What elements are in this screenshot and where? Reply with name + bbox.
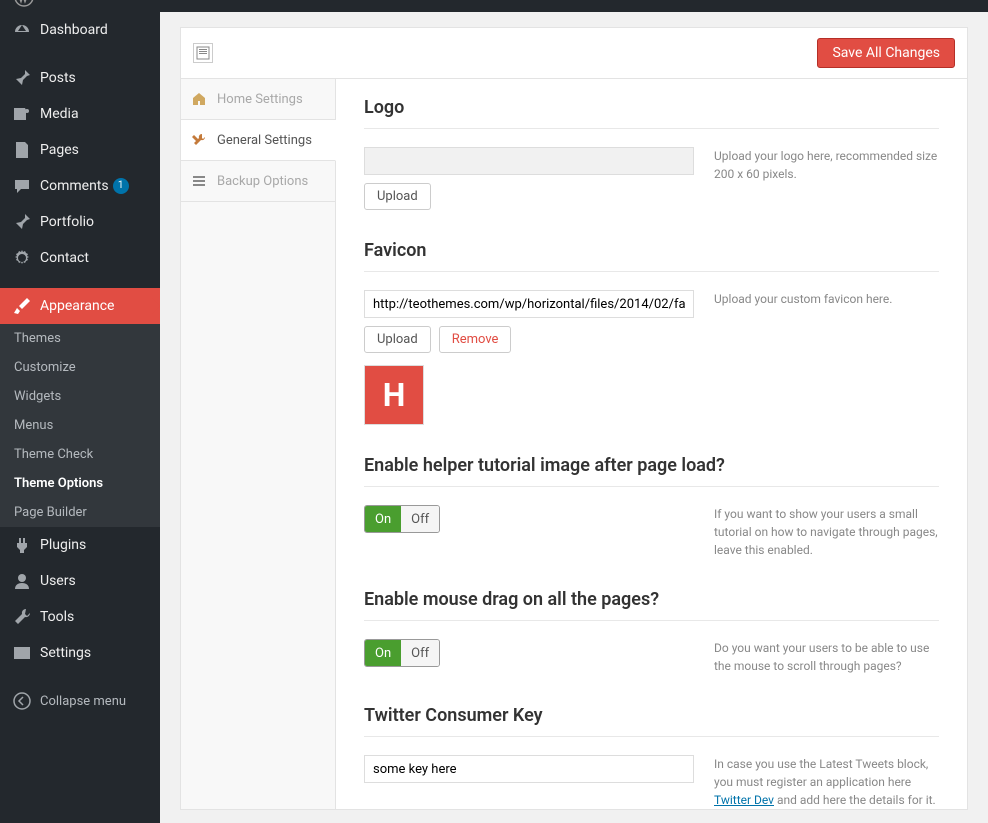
sidebar-item-label: Settings [40, 645, 91, 661]
favicon-input[interactable] [364, 290, 694, 318]
collapse-icon [12, 691, 32, 711]
sidebar-item-label: Pages [40, 142, 79, 158]
tab-label: Backup Options [217, 174, 308, 189]
user-icon [12, 571, 32, 591]
sidebar-item-contact[interactable]: Contact [0, 240, 160, 276]
comments-badge: 1 [113, 178, 129, 194]
toggle-on[interactable]: On [365, 640, 401, 666]
appearance-submenu: Themes Customize Widgets Menus Theme Che… [0, 324, 160, 527]
collapse-label: Collapse menu [40, 694, 126, 709]
sidebar-item-label: Media [40, 106, 79, 122]
wordpress-logo-icon [14, 0, 34, 7]
main-content: Save All Changes Home Settings General S… [160, 12, 988, 823]
sidebar-item-label: Tools [40, 609, 74, 625]
section-title: Enable helper tutorial image after page … [364, 455, 939, 487]
sidebar-item-users[interactable]: Users [0, 563, 160, 599]
settings-tabs: Home Settings General Settings Backup Op… [181, 79, 336, 809]
logo-input[interactable] [364, 147, 694, 175]
helper-help: If you want to show your users a small t… [714, 505, 939, 559]
collapse-menu-button[interactable]: Collapse menu [0, 683, 160, 719]
tab-general-settings[interactable]: General Settings [181, 120, 336, 161]
drag-help: Do you want your users to be able to use… [714, 639, 939, 675]
favicon-preview: H [364, 365, 424, 425]
sidebar-item-portfolio[interactable]: Portfolio [0, 204, 160, 240]
sidebar-item-dashboard[interactable]: Dashboard [0, 12, 160, 48]
favicon-section: Favicon Upload Remove H Uplo [364, 240, 939, 425]
twitter-key-input[interactable] [364, 755, 694, 783]
panel-body: Home Settings General Settings Backup Op… [180, 79, 968, 810]
toggle-on[interactable]: On [365, 506, 401, 532]
page-icon [12, 140, 32, 160]
submenu-page-builder[interactable]: Page Builder [0, 498, 160, 527]
brush-icon [12, 296, 32, 316]
plugin-icon [12, 535, 32, 555]
section-title: Logo [364, 97, 939, 129]
submenu-theme-options[interactable]: Theme Options [0, 469, 160, 498]
sidebar-item-label: Dashboard [40, 22, 108, 38]
admin-sidebar: Dashboard Posts Media Pages Comments 1 P… [0, 12, 160, 823]
comment-icon [12, 176, 32, 196]
logo-section: Logo Upload Upload your logo here, recom… [364, 97, 939, 210]
settings-icon [12, 643, 32, 663]
helper-section: Enable helper tutorial image after page … [364, 455, 939, 559]
pin-icon [12, 68, 32, 88]
tools-icon [191, 132, 207, 148]
submenu-customize[interactable]: Customize [0, 353, 160, 382]
sidebar-item-media[interactable]: Media [0, 96, 160, 132]
favicon-upload-button[interactable]: Upload [364, 326, 431, 353]
sidebar-item-label: Plugins [40, 537, 86, 553]
media-icon [12, 104, 32, 124]
gear-icon [12, 248, 32, 268]
sidebar-item-label: Appearance [40, 298, 114, 314]
section-title: Favicon [364, 240, 939, 272]
submenu-menus[interactable]: Menus [0, 411, 160, 440]
settings-form: Logo Upload Upload your logo here, recom… [336, 79, 967, 809]
sidebar-item-settings[interactable]: Settings [0, 635, 160, 671]
toggle-off[interactable]: Off [401, 640, 439, 666]
logo-upload-button[interactable]: Upload [364, 183, 431, 210]
home-icon [191, 91, 207, 107]
tab-home-settings[interactable]: Home Settings [181, 79, 335, 120]
section-title: Twitter Consumer Key [364, 705, 939, 737]
sidebar-item-label: Contact [40, 250, 89, 266]
submenu-widgets[interactable]: Widgets [0, 382, 160, 411]
admin-topbar [0, 0, 988, 12]
wrench-icon [12, 607, 32, 627]
panel-header: Save All Changes [180, 27, 968, 79]
submenu-themes[interactable]: Themes [0, 324, 160, 353]
sidebar-item-comments[interactable]: Comments 1 [0, 168, 160, 204]
tab-label: General Settings [217, 133, 312, 148]
sidebar-item-label: Portfolio [40, 214, 94, 230]
sidebar-item-tools[interactable]: Tools [0, 599, 160, 635]
section-title: Enable mouse drag on all the pages? [364, 589, 939, 621]
sidebar-item-pages[interactable]: Pages [0, 132, 160, 168]
sidebar-item-appearance[interactable]: Appearance [0, 288, 160, 324]
sidebar-item-label: Posts [40, 70, 76, 86]
twitter-key-section: Twitter Consumer Key In case you use the… [364, 705, 939, 809]
tab-label: Home Settings [217, 92, 303, 107]
sidebar-item-posts[interactable]: Posts [0, 60, 160, 96]
logo-help: Upload your logo here, recommended size … [714, 147, 939, 210]
sidebar-item-label: Users [40, 573, 76, 589]
twitter-dev-link[interactable]: Twitter Dev [714, 793, 774, 807]
drag-toggle[interactable]: On Off [364, 639, 440, 667]
favicon-remove-button[interactable]: Remove [439, 326, 512, 353]
drag-section: Enable mouse drag on all the pages? On O… [364, 589, 939, 675]
dashboard-icon [12, 20, 32, 40]
sidebar-item-plugins[interactable]: Plugins [0, 527, 160, 563]
tab-backup-options[interactable]: Backup Options [181, 161, 335, 202]
favicon-help: Upload your custom favicon here. [714, 290, 939, 425]
toggle-off[interactable]: Off [401, 506, 439, 532]
save-all-button[interactable]: Save All Changes [817, 38, 955, 68]
list-icon [191, 173, 207, 189]
favicon-preview-letter: H [383, 376, 406, 414]
sidebar-item-label: Comments [40, 178, 109, 194]
helper-toggle[interactable]: On Off [364, 505, 440, 533]
pin-icon [12, 212, 32, 232]
expand-toggle-icon[interactable] [193, 43, 213, 63]
twitter-key-help: In case you use the Latest Tweets block,… [714, 755, 939, 809]
submenu-theme-check[interactable]: Theme Check [0, 440, 160, 469]
